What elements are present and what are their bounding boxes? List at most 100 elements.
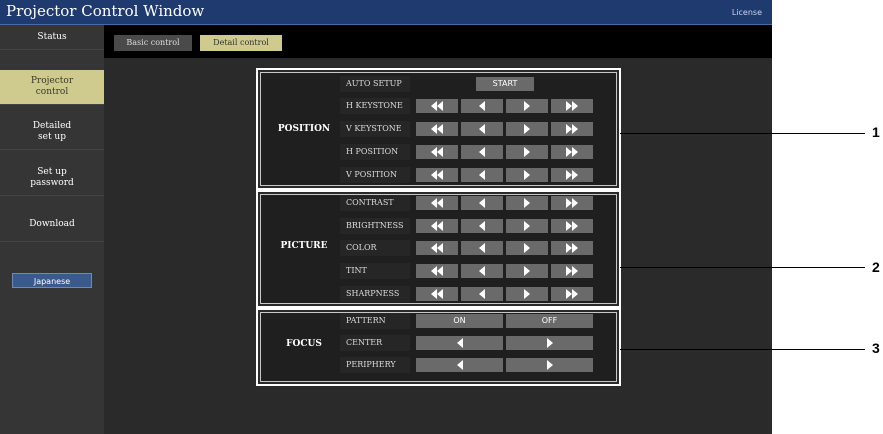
row-label-h-position: H POSITION: [340, 144, 410, 160]
row-label-auto-setup: AUTO SETUP: [340, 76, 410, 92]
left-arrow-icon: [461, 221, 503, 231]
contrast-fast-right-button[interactable]: [551, 196, 593, 210]
pattern-off-button[interactable]: OFF: [506, 314, 593, 328]
left-arrow-icon: [416, 360, 503, 370]
tint-fast-left-button[interactable]: [416, 264, 458, 278]
right-arrow-icon: [506, 289, 548, 299]
left-arrow-icon: [461, 147, 503, 157]
tint-left-button[interactable]: [461, 264, 503, 278]
brightness-left-button[interactable]: [461, 219, 503, 233]
brightness-right-button[interactable]: [506, 219, 548, 233]
right-arrow-icon: [506, 221, 548, 231]
right-arrow-icon: [506, 266, 548, 276]
center-left-button[interactable]: [416, 336, 503, 350]
contrast-left-button[interactable]: [461, 196, 503, 210]
v-position-fast-right-button[interactable]: [551, 168, 593, 182]
h-position-right-button[interactable]: [506, 145, 548, 159]
contrast-fast-left-button[interactable]: [416, 196, 458, 210]
position-group-label: POSITION: [277, 124, 331, 134]
double-right-arrow-icon: [551, 147, 593, 157]
sidebar-item-projector-control[interactable]: Projector control: [0, 70, 104, 105]
left-arrow-icon: [461, 198, 503, 208]
window-title: Projector Control Window: [6, 2, 205, 20]
pattern-on-button[interactable]: ON: [416, 314, 503, 328]
h-keystone-left-button[interactable]: [461, 99, 503, 113]
double-left-arrow-icon: [416, 170, 458, 180]
color-fast-right-button[interactable]: [551, 241, 593, 255]
tab-detail-control[interactable]: Detail control: [200, 35, 282, 51]
sidebar-item-label: Download: [29, 218, 75, 229]
h-keystone-fast-left-button[interactable]: [416, 99, 458, 113]
license-link[interactable]: License: [732, 8, 762, 17]
sidebar-item-label: Set up password: [30, 167, 74, 188]
sidebar-item-download[interactable]: Download: [0, 207, 104, 242]
v-keystone-fast-right-button[interactable]: [551, 122, 593, 136]
h-position-fast-left-button[interactable]: [416, 145, 458, 159]
callout-number-1: 1: [872, 124, 880, 140]
sidebar-item-label: Detailed set up: [32, 121, 72, 142]
title-bar: Projector Control Window License: [0, 0, 772, 25]
center-right-button[interactable]: [506, 336, 593, 350]
color-left-button[interactable]: [461, 241, 503, 255]
color-fast-left-button[interactable]: [416, 241, 458, 255]
auto-setup-start-button[interactable]: START: [476, 77, 534, 91]
row-label-color: COLOR: [340, 240, 410, 256]
left-arrow-icon: [461, 101, 503, 111]
sidebar-item-label: Status: [37, 31, 67, 42]
sharpness-fast-right-button[interactable]: [551, 287, 593, 301]
double-right-arrow-icon: [551, 170, 593, 180]
tint-right-button[interactable]: [506, 264, 548, 278]
row-label-periphery: PERIPHERY: [340, 357, 410, 373]
double-left-arrow-icon: [416, 124, 458, 134]
periphery-right-button[interactable]: [506, 358, 593, 372]
sidebar-item-label: Projector control: [30, 76, 74, 97]
v-keystone-left-button[interactable]: [461, 122, 503, 136]
h-position-left-button[interactable]: [461, 145, 503, 159]
brightness-fast-left-button[interactable]: [416, 219, 458, 233]
row-label-pattern: PATTERN: [340, 313, 410, 329]
v-position-left-button[interactable]: [461, 168, 503, 182]
sidebar-item-status[interactable]: Status: [0, 25, 104, 50]
focus-group-label: FOCUS: [286, 339, 322, 349]
v-position-fast-left-button[interactable]: [416, 168, 458, 182]
h-keystone-right-button[interactable]: [506, 99, 548, 113]
picture-group-label: PICTURE: [280, 241, 328, 251]
double-left-arrow-icon: [416, 243, 458, 253]
sharpness-fast-left-button[interactable]: [416, 287, 458, 301]
double-right-arrow-icon: [551, 289, 593, 299]
double-left-arrow-icon: [416, 289, 458, 299]
sidebar-item-set-up-password[interactable]: Set up password: [0, 161, 104, 196]
right-arrow-icon: [506, 360, 593, 370]
main-content: POSITION PICTURE FOCUS AUTO SETUP START H …: [104, 58, 772, 434]
tab-basic-control[interactable]: Basic control: [114, 35, 192, 51]
left-arrow-icon: [461, 266, 503, 276]
sharpness-left-button[interactable]: [461, 287, 503, 301]
double-right-arrow-icon: [551, 243, 593, 253]
row-label-contrast: CONTRAST: [340, 195, 410, 211]
left-arrow-icon: [461, 243, 503, 253]
h-keystone-fast-right-button[interactable]: [551, 99, 593, 113]
v-position-right-button[interactable]: [506, 168, 548, 182]
sidebar-item-detailed-set-up[interactable]: Detailed set up: [0, 115, 104, 150]
periphery-left-button[interactable]: [416, 358, 503, 372]
callout-line-3: [620, 349, 865, 350]
row-label-v-keystone: V KEYSTONE: [340, 121, 410, 137]
japanese-language-button[interactable]: Japanese: [12, 273, 92, 288]
left-arrow-icon: [461, 170, 503, 180]
brightness-fast-right-button[interactable]: [551, 219, 593, 233]
contrast-right-button[interactable]: [506, 196, 548, 210]
projector-control-window: Projector Control Window License Status …: [0, 0, 772, 434]
left-arrow-icon: [416, 338, 503, 348]
row-label-v-position: V POSITION: [340, 167, 410, 183]
row-label-brightness: BRIGHTNESS: [340, 218, 410, 234]
v-keystone-fast-left-button[interactable]: [416, 122, 458, 136]
double-right-arrow-icon: [551, 266, 593, 276]
v-keystone-right-button[interactable]: [506, 122, 548, 136]
tab-bar: Basic control Detail control: [104, 25, 772, 58]
tint-fast-right-button[interactable]: [551, 264, 593, 278]
right-arrow-icon: [506, 170, 548, 180]
right-arrow-icon: [506, 243, 548, 253]
color-right-button[interactable]: [506, 241, 548, 255]
sharpness-right-button[interactable]: [506, 287, 548, 301]
h-position-fast-right-button[interactable]: [551, 145, 593, 159]
